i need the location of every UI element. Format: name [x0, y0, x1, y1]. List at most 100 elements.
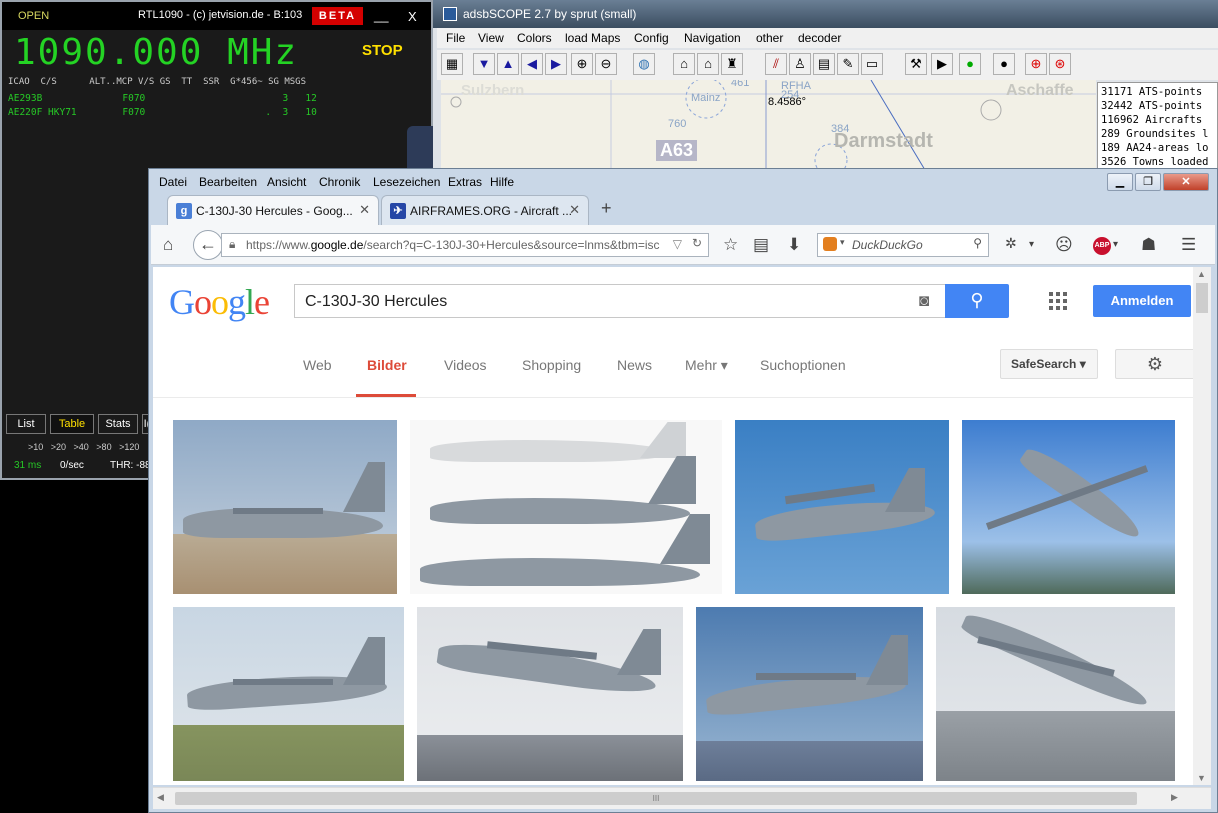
table-row[interactable]: AE220F HKY71 F070 . 3 10: [8, 107, 428, 118]
adsbscope-titlebar[interactable]: adsbSCOPE 2.7 by sprut (small): [433, 0, 1218, 28]
addon-fly-icon[interactable]: ✲: [1005, 235, 1017, 252]
tab-close-icon[interactable]: ✕: [569, 202, 580, 218]
lamp-icon[interactable]: ♙: [789, 53, 811, 75]
stop-icon[interactable]: ⊛: [1049, 53, 1071, 75]
image-result[interactable]: [936, 607, 1175, 781]
tab-web[interactable]: Web: [303, 357, 332, 373]
adblock-dropdown-icon[interactable]: ▾: [1113, 239, 1118, 250]
menu-extras[interactable]: Extras: [448, 175, 482, 189]
maximize-button[interactable]: ❐: [1135, 173, 1161, 191]
image-result[interactable]: [173, 607, 404, 781]
menu-other[interactable]: other: [756, 31, 783, 45]
minimize-button[interactable]: ▁: [1107, 173, 1133, 191]
new-tab-button[interactable]: +: [601, 198, 612, 219]
record-black-icon[interactable]: ●: [993, 53, 1015, 75]
play-icon[interactable]: ▶: [931, 53, 953, 75]
minimize-button[interactable]: __: [374, 8, 388, 23]
url-bar[interactable]: 🔒︎ https://www.google.de/search?q=C-130J-…: [221, 233, 709, 257]
dropdown-icon[interactable]: ▽: [673, 237, 682, 251]
menu-ansicht[interactable]: Ansicht: [267, 175, 306, 189]
scroll-thumb[interactable]: III: [175, 792, 1137, 805]
image-result[interactable]: [735, 420, 949, 594]
reading-list-icon[interactable]: ▤: [753, 235, 769, 255]
image-result[interactable]: [696, 607, 923, 781]
radio-icon[interactable]: ♜: [721, 53, 743, 75]
tab-videos[interactable]: Videos: [444, 357, 487, 373]
rtl1090-titlebar[interactable]: OPEN RTL1090 - (c) jetvision.de - B:103 …: [2, 2, 431, 30]
menu-hilfe[interactable]: Hilfe: [490, 175, 514, 189]
tab-shopping[interactable]: Shopping: [522, 357, 581, 373]
close-button[interactable]: ✕: [1163, 173, 1209, 191]
range-filters[interactable]: >10 >20 >40 >80 >120: [28, 442, 139, 452]
target-icon[interactable]: ⊕: [1025, 53, 1047, 75]
arrow-down-icon[interactable]: ▼: [473, 53, 495, 75]
menu-lesezeichen[interactable]: Lesezeichen: [373, 175, 440, 189]
safesearch-dropdown[interactable]: SafeSearch ▾: [1000, 349, 1098, 379]
close-button[interactable]: X: [408, 9, 417, 24]
settings-gear-icon[interactable]: ⚙: [1115, 349, 1195, 379]
tab-news[interactable]: News: [617, 357, 652, 373]
menu-colors[interactable]: Colors: [517, 31, 552, 45]
map-view[interactable]: Mainz 8.4586° 760 384 Darmstadt A63 Asch…: [441, 80, 1096, 180]
menu-decoder[interactable]: decoder: [798, 31, 841, 45]
tab-airframes[interactable]: ✈ AIRFRAMES.ORG - Aircraft ... ✕: [381, 195, 589, 225]
tab-stats[interactable]: Stats: [98, 414, 138, 434]
addon-dropdown-icon[interactable]: ▾: [1029, 239, 1034, 250]
back-button[interactable]: ←: [193, 230, 223, 260]
menu-navigation[interactable]: Navigation: [684, 31, 741, 45]
image-result[interactable]: [410, 420, 722, 594]
search-icon[interactable]: ⚲: [973, 236, 982, 250]
menu-view[interactable]: View: [478, 31, 504, 45]
tab-table[interactable]: Table: [50, 414, 94, 434]
apps-grid-icon[interactable]: [1049, 292, 1067, 310]
signin-button[interactable]: Anmelden: [1093, 285, 1191, 317]
tab-bilder[interactable]: Bilder: [367, 357, 407, 373]
menu-load-maps[interactable]: load Maps: [565, 31, 620, 45]
menu-file[interactable]: File: [446, 31, 465, 45]
image-result[interactable]: [173, 420, 397, 594]
addon-face-icon[interactable]: ☹: [1055, 235, 1073, 255]
chart-icon[interactable]: ⫽: [765, 53, 787, 75]
engine-dropdown-icon[interactable]: ▾: [840, 237, 845, 248]
menu-bearbeiten[interactable]: Bearbeiten: [199, 175, 257, 189]
search-button[interactable]: ⚲: [945, 284, 1009, 318]
table-row[interactable]: AE293B F070 3 12: [8, 93, 428, 104]
menu-chronik[interactable]: Chronik: [319, 175, 360, 189]
arrow-up-icon[interactable]: ▲: [497, 53, 519, 75]
tab-google-images[interactable]: g C-130J-30 Hercules - Goog... ✕: [167, 195, 379, 225]
image-result[interactable]: [962, 420, 1175, 594]
vertical-scrollbar[interactable]: ▲ ▼: [1193, 267, 1211, 785]
monitor-icon[interactable]: ▭: [861, 53, 883, 75]
tab-suchoptionen[interactable]: Suchoptionen: [760, 357, 846, 373]
arrow-right-icon[interactable]: ▶: [545, 53, 567, 75]
menu-config[interactable]: Config: [634, 31, 669, 45]
search-engine-box[interactable]: ▾ DuckDuckGo ⚲: [817, 233, 989, 257]
arrow-left-icon[interactable]: ◀: [521, 53, 543, 75]
zoom-out-icon[interactable]: ⊖: [595, 53, 617, 75]
tools-icon[interactable]: ⚒: [905, 53, 927, 75]
status-open[interactable]: OPEN: [18, 10, 49, 22]
scroll-down-icon[interactable]: ▼: [1197, 773, 1206, 783]
hamburger-menu-icon[interactable]: ☰: [1181, 235, 1196, 255]
table-icon[interactable]: ▦: [441, 53, 463, 75]
home-icon[interactable]: ⌂: [163, 235, 173, 255]
search-input[interactable]: C-130J-30 Hercules: [294, 284, 946, 318]
adblock-icon[interactable]: ABP: [1093, 237, 1111, 255]
tab-list[interactable]: List: [6, 414, 46, 434]
network-icon[interactable]: ⌂: [673, 53, 695, 75]
scroll-left-icon[interactable]: ◀: [157, 792, 164, 803]
stop-button[interactable]: STOP: [362, 42, 403, 59]
bookmark-star-icon[interactable]: ☆: [723, 235, 738, 255]
record-green-icon[interactable]: ●: [959, 53, 981, 75]
image-result[interactable]: [417, 607, 683, 781]
scroll-thumb[interactable]: [1196, 283, 1208, 313]
tab-close-icon[interactable]: ✕: [359, 202, 370, 218]
zoom-in-icon[interactable]: ⊕: [571, 53, 593, 75]
google-logo[interactable]: Google: [169, 281, 270, 323]
horizontal-scrollbar[interactable]: ◀ III ▶: [153, 787, 1211, 809]
edit-icon[interactable]: ✎: [837, 53, 859, 75]
tab-mehr[interactable]: Mehr ▾: [685, 357, 728, 374]
network2-icon[interactable]: ⌂: [697, 53, 719, 75]
scroll-right-icon[interactable]: ▶: [1171, 792, 1178, 803]
menu-datei[interactable]: Datei: [159, 175, 187, 189]
